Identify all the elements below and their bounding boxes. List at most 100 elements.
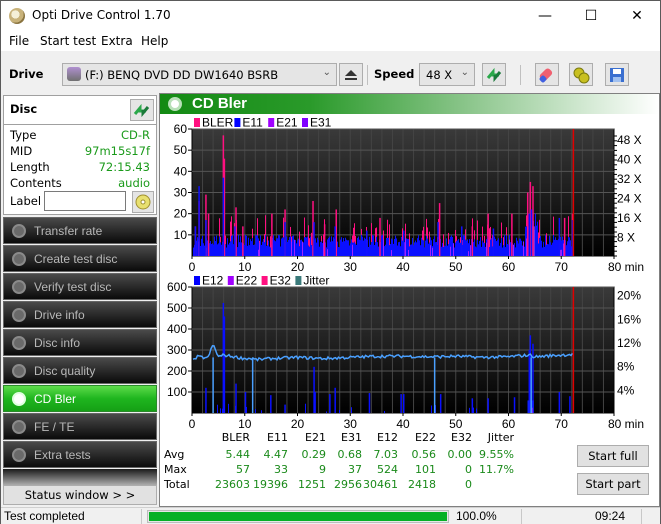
disc-label-input[interactable] [44, 191, 126, 211]
e11-bar [416, 242, 417, 256]
nav-item-disc-quality[interactable]: Disc quality [3, 357, 157, 384]
nav-item-create-test-disc[interactable]: Create test disc [3, 245, 157, 272]
chart-2: E12 E22 E32 Jitter 100 200 300 400 500 600 0 10 20 30… [167, 274, 644, 432]
status-window-button[interactable]: Status window > > [3, 485, 157, 505]
drive-select[interactable]: (F:) BENQ DVD DD DW1640 BSRB ⌄ [62, 63, 337, 86]
minimize-button[interactable]: — [522, 1, 568, 31]
menu-start-test[interactable]: Start test [40, 34, 96, 48]
e11-bar [425, 240, 426, 256]
disc-tool-icon [12, 364, 26, 378]
y2-tick-label: 32 X [617, 172, 642, 186]
stats-cell: 11.7% [479, 463, 514, 476]
bler-bar [471, 226, 474, 256]
e11-bar [342, 241, 343, 256]
disc-tool-icon [12, 224, 26, 238]
menu-extra[interactable]: Extra [101, 34, 133, 48]
e11-bar [328, 237, 329, 256]
e11-bar [210, 240, 211, 256]
nav-item-verify-test-disc[interactable]: Verify test disc [3, 273, 157, 300]
save-button[interactable] [605, 63, 629, 86]
e11-bar [406, 238, 407, 256]
disc-refresh-button[interactable] [130, 99, 154, 121]
nav-item-extra-tests[interactable]: Extra tests [3, 441, 157, 468]
maximize-button[interactable]: ☐ [568, 1, 614, 31]
e11-bar [437, 222, 439, 256]
e11-bar [504, 235, 505, 256]
e11-bar [329, 236, 330, 256]
close-button[interactable]: ✕ [614, 1, 660, 31]
bler-bar [383, 230, 384, 240]
e11-bar [434, 236, 435, 256]
x-tick-label: 70 [555, 260, 569, 274]
nav-item-cd-bler[interactable]: CD Bler [3, 385, 157, 412]
erase-button[interactable] [535, 63, 559, 86]
e11-bar [297, 240, 298, 256]
start-part-button[interactable]: Start part [577, 473, 649, 495]
bler-bar [460, 237, 461, 243]
x-tick-label: 60 [502, 417, 516, 431]
refresh-button[interactable] [482, 63, 506, 86]
e11-bar [305, 237, 306, 256]
e11-bar [525, 226, 526, 256]
bler-bar [231, 216, 232, 236]
menu-help[interactable]: Help [141, 34, 168, 48]
e21-bar [323, 239, 324, 256]
disc-label-button[interactable] [132, 191, 154, 213]
progress-percent: 100.0% [456, 509, 497, 523]
bler-bar [353, 227, 354, 243]
e11-bar [218, 243, 219, 256]
e11-bar [554, 239, 555, 256]
e11-bar [354, 241, 355, 256]
disc-type-value: CD-R [120, 128, 150, 142]
cd-bler-icon [168, 97, 182, 111]
e11-bar [553, 235, 554, 256]
eject-button[interactable] [339, 63, 363, 86]
x-tick-label: 50 [449, 417, 463, 431]
e21-bar [560, 249, 561, 256]
e11-bar [220, 242, 221, 256]
e11-bar [548, 244, 549, 256]
e11-bar [282, 237, 283, 256]
start-full-button[interactable]: Start full [577, 445, 649, 467]
e11-bar [449, 239, 450, 256]
bler-bar [474, 230, 475, 240]
e11-bar [245, 234, 246, 256]
nav-item-drive-info[interactable]: Drive info [3, 301, 157, 328]
settings-button[interactable] [569, 63, 593, 86]
e11-bar [248, 237, 249, 256]
speed-select[interactable]: 48 X ⌄ [419, 63, 475, 86]
e21-bar [430, 245, 431, 256]
bler-bar [426, 218, 427, 236]
e11-bar [351, 239, 352, 256]
e11-bar [490, 239, 491, 256]
e11-bar [326, 247, 327, 256]
e11-bar [286, 236, 287, 256]
legend-swatch [302, 118, 308, 127]
e11-bar [476, 247, 477, 256]
bler-bar [265, 215, 266, 236]
x-tick-label: 10 [238, 417, 252, 431]
stats-row-label: Total [164, 478, 190, 491]
e11-bar [402, 240, 403, 256]
y2-tick-label: 4% [617, 383, 635, 397]
e11-bar [267, 245, 268, 256]
menu-file[interactable]: File [9, 34, 29, 48]
nav-item-transfer-rate[interactable]: Transfer rate [3, 217, 157, 244]
status-divider [641, 509, 642, 524]
e11-bar [400, 246, 401, 256]
toolbar-separator [520, 65, 521, 85]
e11-bar [463, 235, 464, 256]
e11-bar [211, 243, 212, 256]
y-tick-label: 50 [174, 143, 188, 157]
x-tick-label: 30 [344, 260, 358, 274]
e11-bar [481, 246, 482, 256]
nav-item-label: CD Bler [34, 392, 77, 406]
nav-item-disc-info[interactable]: Disc info [3, 329, 157, 356]
y-tick-label: 400 [167, 322, 187, 336]
e11-bar [343, 237, 344, 256]
bler-bar [311, 232, 312, 246]
e11-bar [422, 239, 423, 256]
nav-item-fe-te[interactable]: FE / TE [3, 413, 157, 440]
e11-bar [516, 237, 517, 256]
e11-bar [398, 242, 399, 256]
